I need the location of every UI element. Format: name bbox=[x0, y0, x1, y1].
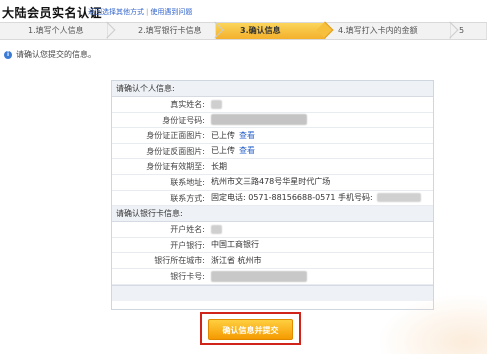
field-value: 已上传 查看 bbox=[208, 128, 433, 143]
step-label: 4.填写打入卡内的金额 bbox=[338, 26, 418, 35]
step-1: 1.填写个人信息 bbox=[0, 21, 116, 39]
step-label: 1.填写个人信息 bbox=[28, 26, 84, 35]
notice-text: 请确认您提交的信息。 bbox=[16, 50, 96, 59]
field-value: 已上传 查看 bbox=[208, 144, 433, 159]
field-value: 固定电话: 0571-88156688-0571 手机号码: bbox=[208, 191, 433, 206]
field-label: 身份证反面图片: bbox=[146, 146, 205, 156]
row-bank: 开户银行: 中国工商银行 bbox=[112, 238, 433, 254]
field-value: 中国工商银行 bbox=[211, 240, 259, 250]
field-value: 浙江省 杭州市 bbox=[211, 255, 262, 265]
contact-text: 固定电话: 0571-88156688-0571 手机号码: bbox=[211, 193, 373, 203]
row-bank-city: 银行所在城市: 浙江省 杭州市 bbox=[112, 253, 433, 269]
field-label: 开户银行: bbox=[170, 240, 205, 250]
field-label: 开户姓名: bbox=[170, 225, 205, 235]
bank-section-title: 请确认银行卡信息: bbox=[112, 206, 433, 223]
row-contact: 联系方式: 固定电话: 0571-88156688-0571 手机号码: bbox=[112, 191, 433, 207]
field-label: 真实姓名: bbox=[170, 100, 205, 109]
step-4: 4.填写打入卡内的金额 bbox=[326, 21, 459, 39]
field-label: 身份证有效期至: bbox=[146, 162, 205, 172]
redacted-card-number bbox=[211, 270, 307, 282]
row-id-back: 身份证反面图片: 已上传 查看 bbox=[112, 144, 433, 160]
row-id-front: 身份证正面图片: 已上传 查看 bbox=[112, 128, 433, 144]
field-label: 联系方式: bbox=[170, 193, 205, 203]
confirm-panel: 请确认个人信息: 真实姓名: 身份证号码: 身份证正面图片: 已上传 查看 身份证… bbox=[111, 80, 434, 310]
link-separator: | bbox=[146, 8, 149, 16]
row-real-name: 真实姓名: bbox=[112, 97, 433, 113]
upload-status: 已上传 bbox=[211, 130, 235, 140]
header-links: 返回选择其他方式 | 使用遇到问题 bbox=[88, 7, 192, 17]
field-label: 身份证正面图片: bbox=[146, 131, 205, 141]
field-label: 联系地址: bbox=[170, 177, 205, 187]
row-address: 联系地址: 杭州市文三路478号华星时代广场 bbox=[112, 175, 433, 191]
page-header: 大陆会员实名认证 返回选择其他方式 | 使用遇到问题 bbox=[0, 4, 487, 20]
other-method-link[interactable]: 返回选择其他方式 bbox=[88, 8, 144, 16]
step-label: 5 bbox=[459, 26, 465, 35]
step-label: 2.填写银行卡信息 bbox=[138, 26, 202, 35]
field-value bbox=[208, 222, 433, 237]
redacted-account-name bbox=[211, 224, 222, 234]
row-id-expiry: 身份证有效期至: 长期 bbox=[112, 159, 433, 175]
confirm-submit-button[interactable]: 确认信息并提交 bbox=[208, 319, 293, 340]
field-value bbox=[208, 97, 433, 112]
row-card-number: 银行卡号: bbox=[112, 269, 433, 285]
step-label: 3.确认信息 bbox=[240, 26, 281, 35]
row-account-name: 开户姓名: bbox=[112, 222, 433, 238]
field-value bbox=[208, 269, 433, 284]
row-id-number: 身份证号码: bbox=[112, 113, 433, 129]
view-id-back-link[interactable]: 查看 bbox=[239, 143, 255, 159]
field-label: 银行卡号: bbox=[170, 271, 205, 281]
field-value: 杭州市文三路478号华星时代广场 bbox=[211, 177, 331, 187]
submit-highlight-box: 确认信息并提交 bbox=[200, 312, 301, 345]
confirm-notice: i 请确认您提交的信息。 bbox=[4, 49, 96, 60]
page-title: 大陆会员实名认证 bbox=[2, 6, 103, 20]
field-label: 身份证号码: bbox=[162, 115, 205, 125]
field-value bbox=[208, 113, 433, 128]
info-icon: i bbox=[4, 50, 12, 59]
view-id-front-link[interactable]: 查看 bbox=[239, 128, 255, 144]
redacted-phone bbox=[376, 193, 421, 203]
help-link[interactable]: 使用遇到问题 bbox=[150, 8, 192, 16]
upload-status: 已上传 bbox=[211, 146, 235, 156]
step-3-active: 3.确认信息 bbox=[216, 21, 334, 39]
background-decoration bbox=[377, 294, 487, 354]
progress-steps: 1.填写个人信息 2.填写银行卡信息 3.确认信息 4.填写打入卡内的金额 5 bbox=[0, 21, 487, 40]
redacted-id-number bbox=[211, 114, 307, 126]
field-value: 长期 bbox=[211, 161, 227, 171]
personal-section-title: 请确认个人信息: bbox=[112, 81, 433, 97]
redacted-name bbox=[211, 99, 222, 109]
field-label: 银行所在城市: bbox=[154, 256, 205, 266]
step-2: 2.填写银行卡信息 bbox=[108, 21, 224, 39]
